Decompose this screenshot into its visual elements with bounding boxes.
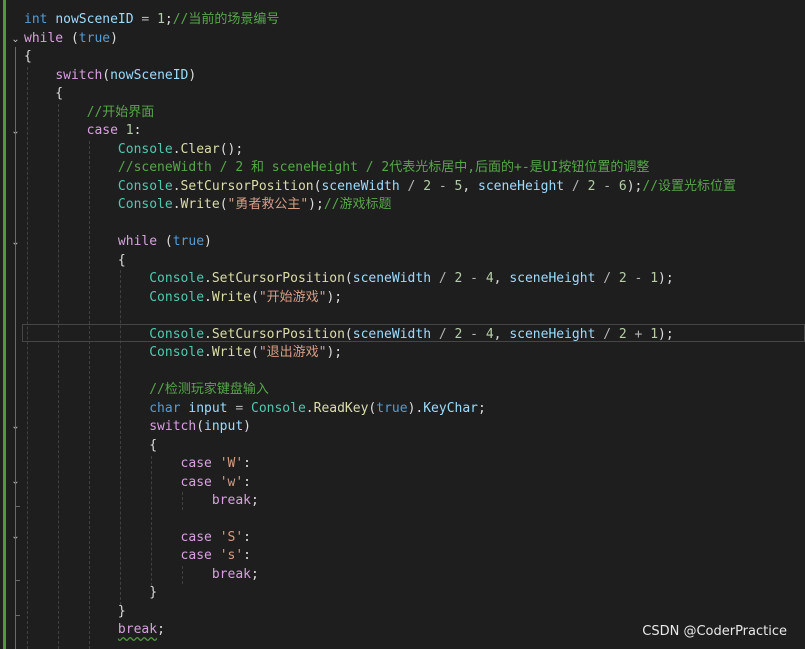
code-line-31[interactable]: break; — [24, 566, 259, 585]
code-line-4[interactable]: switch(nowSceneID) — [24, 67, 196, 86]
code-line-24[interactable]: { — [24, 437, 157, 456]
code-line-27[interactable]: break; — [24, 492, 259, 511]
code-line-22[interactable]: char input = Console.ReadKey(true).KeyCh… — [24, 400, 486, 419]
code-line-1[interactable]: int nowSceneID = 1;//当前的场景编号 — [24, 11, 279, 30]
code-line-33[interactable]: } — [24, 603, 126, 622]
code-line-32[interactable]: } — [24, 584, 157, 603]
code-line-23[interactable]: switch(input) — [24, 418, 251, 437]
code-line-28[interactable] — [24, 511, 32, 530]
code-line-16[interactable]: Console.Write("开始游戏"); — [24, 289, 342, 308]
code-line-8[interactable]: Console.Clear(); — [24, 141, 243, 160]
code-line-30[interactable]: case 's': — [24, 547, 251, 566]
code-line-34[interactable]: break; — [24, 621, 165, 640]
fold-region-end — [15, 580, 20, 581]
code-line-25[interactable]: case 'W': — [24, 455, 251, 474]
code-line-3[interactable]: { — [24, 48, 32, 67]
code-line-2[interactable]: while (true) — [24, 30, 118, 49]
code-line-15[interactable]: Console.SetCursorPosition(sceneWidth / 2… — [24, 270, 673, 289]
code-line-7[interactable]: case 1: — [24, 122, 142, 141]
code-line-9[interactable]: //sceneWidth / 2 和 sceneHeight / 2代表光标居中… — [24, 159, 649, 178]
fold-region-line — [15, 250, 16, 615]
fold-region-end — [15, 615, 20, 616]
fold-region-end — [15, 506, 20, 507]
watermark: CSDN @CoderPractice — [642, 624, 787, 639]
code-line-20[interactable] — [24, 363, 32, 382]
code-editor[interactable]: ⌄ ⌄ ⌄ ⌄ ⌄ ⌄ int nowSceneID = 1;//当前的场景编号… — [0, 0, 805, 649]
code-line-13[interactable]: while (true) — [24, 233, 212, 252]
code-line-10[interactable]: Console.SetCursorPosition(sceneWidth / 2… — [24, 178, 736, 197]
code-line-19[interactable]: Console.Write("退出游戏"); — [24, 344, 342, 363]
fold-chevron-down-icon[interactable]: ⌄ — [10, 34, 21, 45]
code-line-5[interactable]: { — [24, 85, 63, 104]
code-line-17[interactable] — [24, 307, 32, 326]
code-line-12[interactable] — [24, 215, 32, 234]
code-line-11[interactable]: Console.Write("勇者救公主");//游戏标题 — [24, 196, 392, 215]
code-line-29[interactable]: case 'S': — [24, 529, 251, 548]
code-line-6[interactable]: //开始界面 — [24, 104, 155, 123]
code-line-14[interactable]: { — [24, 252, 126, 271]
code-line-21[interactable]: //检测玩家键盘输入 — [24, 381, 269, 400]
change-indicator-bar — [3, 0, 6, 649]
code-line-26[interactable]: case 'w': — [24, 474, 251, 493]
code-line-18[interactable]: Console.SetCursorPosition(sceneWidth / 2… — [24, 326, 673, 345]
